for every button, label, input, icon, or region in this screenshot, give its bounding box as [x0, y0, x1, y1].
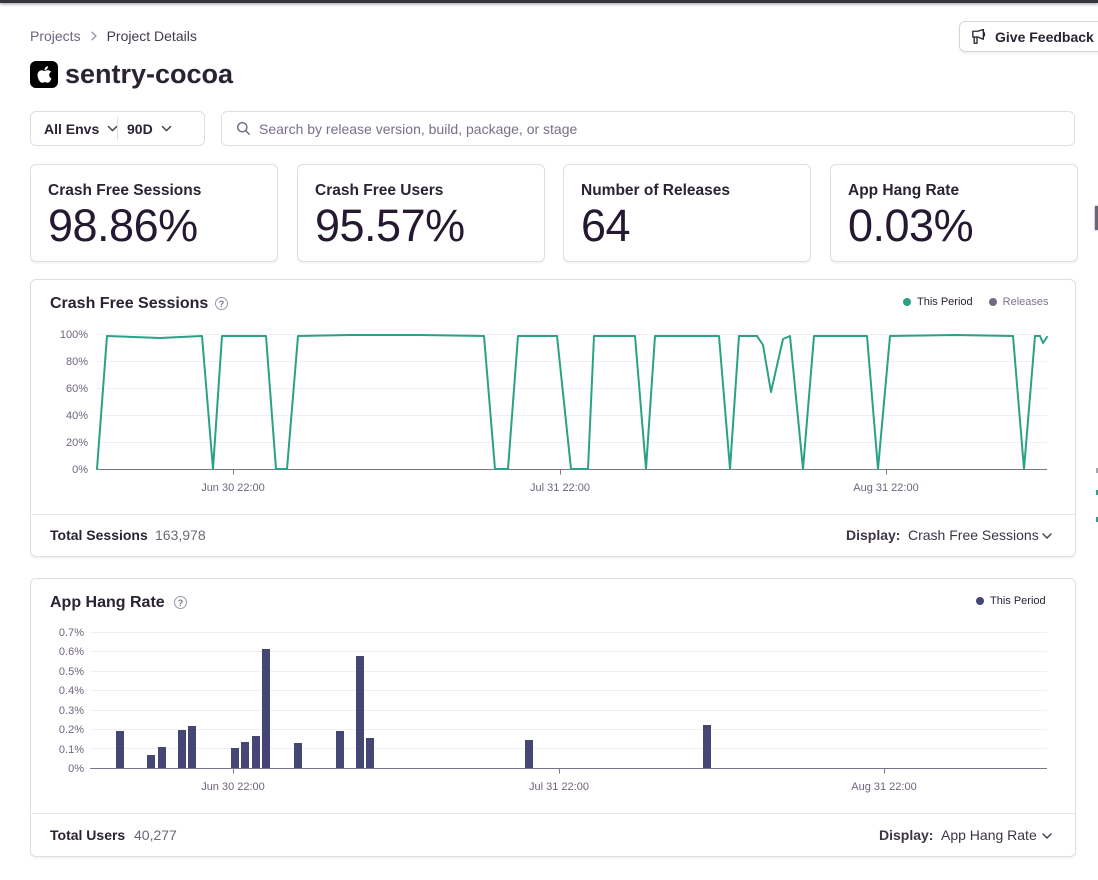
- svg-text:Jun 30 22:00: Jun 30 22:00: [201, 482, 265, 494]
- svg-text:0%: 0%: [68, 763, 84, 775]
- svg-text:0.4%: 0.4%: [59, 685, 84, 697]
- svg-text:100%: 100%: [60, 329, 88, 341]
- svg-text:Jul 31 22:00: Jul 31 22:00: [529, 781, 589, 793]
- svg-text:0.7%: 0.7%: [59, 627, 84, 639]
- svg-text:Aug 31 22:00: Aug 31 22:00: [853, 482, 918, 494]
- svg-text:0.2%: 0.2%: [59, 724, 84, 736]
- svg-text:0.6%: 0.6%: [59, 646, 84, 658]
- svg-text:40%: 40%: [66, 410, 88, 422]
- svg-text:Jul 31 22:00: Jul 31 22:00: [530, 482, 590, 494]
- svg-text:0%: 0%: [72, 464, 88, 476]
- svg-text:0.3%: 0.3%: [59, 705, 84, 717]
- svg-text:0.5%: 0.5%: [59, 666, 84, 678]
- svg-text:20%: 20%: [66, 437, 88, 449]
- svg-text:Aug 31 22:00: Aug 31 22:00: [851, 781, 916, 793]
- svg-text:Jun 30 22:00: Jun 30 22:00: [201, 781, 265, 793]
- svg-text:60%: 60%: [66, 383, 88, 395]
- svg-text:80%: 80%: [66, 356, 88, 368]
- svg-text:0.1%: 0.1%: [59, 744, 84, 756]
